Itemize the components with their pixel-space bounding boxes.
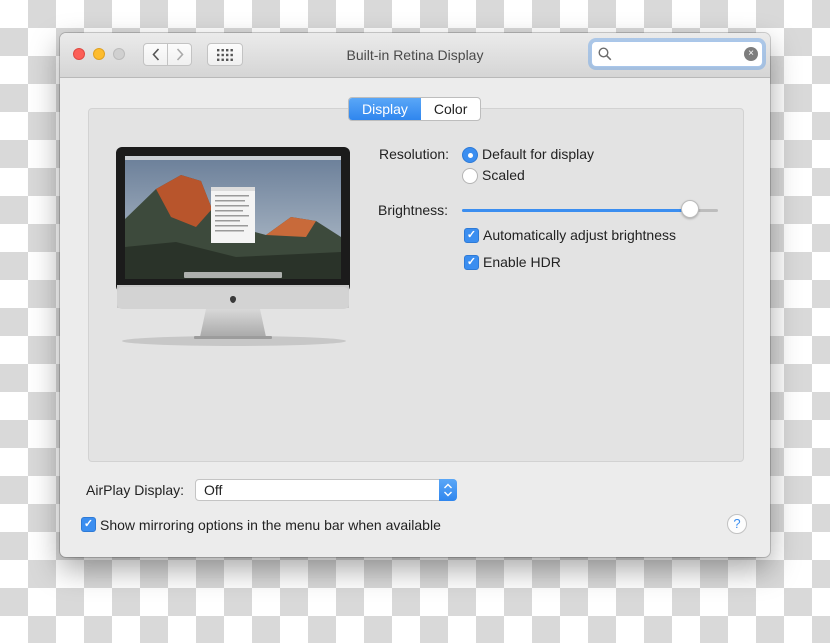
search-field[interactable]: ×: [591, 41, 763, 67]
chevron-left-icon: [151, 48, 159, 61]
window-title: Built-in Retina Display: [346, 47, 484, 63]
airplay-popup-value: Off: [204, 482, 223, 498]
mirroring-label[interactable]: Show mirroring options in the menu bar w…: [100, 517, 441, 533]
brightness-slider-fill: [462, 209, 690, 212]
tab-color[interactable]: Color: [421, 98, 480, 120]
chevron-right-icon: [176, 48, 184, 61]
airplay-label: AirPlay Display:: [86, 482, 185, 498]
auto-brightness-checkbox[interactable]: ✓: [464, 228, 479, 243]
airplay-popup[interactable]: Off: [195, 479, 457, 501]
forward-button[interactable]: [167, 43, 192, 66]
brightness-label: Brightness:: [378, 202, 449, 218]
mirroring-checkbox[interactable]: ✓: [81, 517, 96, 532]
brightness-slider-knob[interactable]: [680, 200, 699, 218]
auto-brightness-label[interactable]: Automatically adjust brightness: [483, 227, 676, 243]
resolution-default-radio[interactable]: [462, 147, 478, 163]
back-button[interactable]: [143, 43, 168, 66]
resolution-scaled-label[interactable]: Scaled: [482, 167, 525, 183]
show-all-button[interactable]: [207, 43, 243, 66]
segmented-tabs: Display Color: [348, 97, 482, 121]
hdr-checkbox[interactable]: ✓: [464, 255, 479, 270]
zoom-button[interactable]: [113, 48, 125, 60]
resolution-label: Resolution:: [379, 146, 450, 162]
help-button[interactable]: ?: [727, 514, 747, 534]
system-preferences-window: Built-in Retina Display × Display Color: [60, 33, 770, 557]
close-button[interactable]: [73, 48, 85, 60]
grid-icon: [217, 48, 233, 61]
resolution-scaled-radio[interactable]: [462, 168, 478, 184]
brightness-slider[interactable]: [462, 209, 718, 212]
clear-search-icon[interactable]: ×: [744, 47, 758, 61]
minimize-button[interactable]: [93, 48, 105, 60]
popup-arrows-icon: [439, 479, 457, 501]
title-bar: Built-in Retina Display ×: [60, 33, 770, 78]
search-icon: [598, 47, 612, 61]
imac-illustration: [116, 147, 350, 346]
hdr-label[interactable]: Enable HDR: [483, 254, 561, 270]
tab-display[interactable]: Display: [349, 98, 421, 120]
resolution-default-label[interactable]: Default for display: [482, 146, 594, 162]
